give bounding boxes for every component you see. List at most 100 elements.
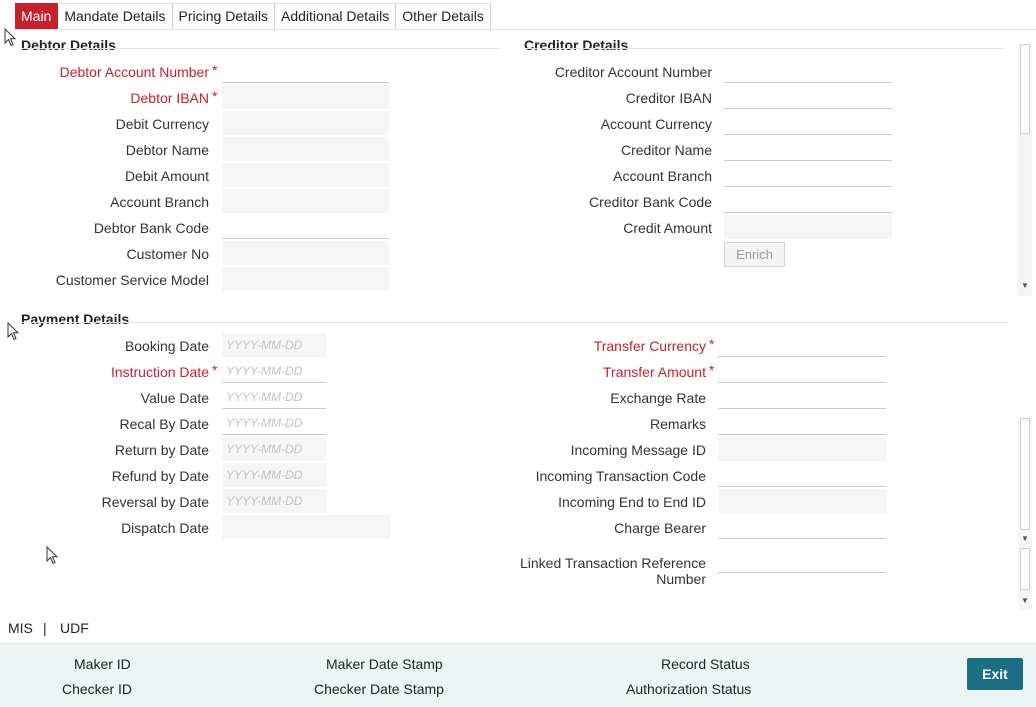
recal-by-date-input[interactable] bbox=[222, 411, 326, 435]
creditor-iban-input[interactable] bbox=[724, 85, 892, 109]
linked-transaction-reference-input[interactable] bbox=[718, 549, 886, 573]
payment-details-title: Payment Details bbox=[21, 311, 130, 327]
exchange-rate-label: Exchange Rate bbox=[610, 390, 706, 406]
linked-transaction-reference-label: Linked Transaction Reference bbox=[520, 555, 706, 571]
charge-bearer-row: Charge Bearer bbox=[500, 516, 706, 542]
checker-date-stamp-label: Checker Date Stamp bbox=[314, 681, 444, 697]
page-scrollbar[interactable]: ▼ bbox=[1018, 548, 1032, 610]
creditor-bank-code-input[interactable] bbox=[724, 189, 892, 213]
debtor-bank-code-row: Debtor Bank Code bbox=[0, 216, 209, 242]
account-currency-input[interactable] bbox=[724, 111, 892, 135]
incoming-end-to-end-id-input[interactable] bbox=[718, 489, 886, 513]
maker-date-stamp-label: Maker Date Stamp bbox=[326, 656, 443, 672]
remarks-row: Remarks bbox=[500, 412, 706, 438]
dispatch-date-input[interactable] bbox=[222, 515, 390, 539]
debtor-account-number-row: Debtor Account Number bbox=[0, 60, 209, 86]
credit-amount-row: Credit Amount bbox=[500, 216, 712, 242]
payment-rule bbox=[21, 322, 1008, 323]
page-scroll-thumb[interactable] bbox=[1020, 548, 1030, 590]
debtor-name-input[interactable] bbox=[222, 137, 389, 161]
debtor-iban-label: Debtor IBAN bbox=[130, 90, 209, 106]
incoming-transaction-code-row: Incoming Transaction Code bbox=[500, 464, 706, 490]
debit-amount-input[interactable] bbox=[222, 163, 389, 187]
refund-by-date-row: Refund by Date bbox=[0, 464, 209, 490]
creditor-account-branch-label: Account Branch bbox=[613, 168, 712, 184]
booking-date-input[interactable] bbox=[222, 333, 326, 357]
debit-amount-row: Debit Amount bbox=[0, 164, 209, 190]
charge-bearer-input[interactable] bbox=[718, 515, 886, 539]
required-star: * bbox=[212, 362, 218, 378]
account-currency-label: Account Currency bbox=[600, 116, 712, 132]
required-star: * bbox=[212, 88, 218, 104]
upper-scrollbar[interactable]: ▼ bbox=[1018, 44, 1032, 296]
incoming-transaction-code-input[interactable] bbox=[718, 463, 886, 487]
reversal-by-date-row: Reversal by Date bbox=[0, 490, 209, 516]
incoming-transaction-code-label: Incoming Transaction Code bbox=[535, 468, 706, 484]
debtor-account-number-input[interactable] bbox=[222, 59, 389, 83]
udf-link[interactable]: UDF bbox=[60, 620, 89, 636]
audit-footer: Maker ID Checker ID Maker Date Stamp Che… bbox=[0, 643, 1036, 707]
scroll-down-arrow-icon[interactable]: ▼ bbox=[1018, 534, 1032, 543]
debit-amount-label: Debit Amount bbox=[124, 168, 209, 184]
debtor-bank-code-input[interactable] bbox=[222, 215, 389, 239]
mis-link[interactable]: MIS bbox=[8, 620, 33, 636]
remarks-input[interactable] bbox=[718, 411, 886, 435]
recal-by-date-label: Recal By Date bbox=[119, 416, 209, 432]
checker-id-label: Checker ID bbox=[62, 681, 133, 697]
mouse-cursor-icon bbox=[4, 28, 17, 47]
creditor-account-number-label: Creditor Account Number bbox=[554, 64, 712, 80]
creditor-name-input[interactable] bbox=[724, 137, 892, 161]
debtor-bank-code-label: Debtor Bank Code bbox=[93, 220, 209, 236]
creditor-iban-label: Creditor IBAN bbox=[625, 90, 712, 106]
tab-pricing-details[interactable]: Pricing Details bbox=[172, 3, 276, 29]
tab-mandate-details[interactable]: Mandate Details bbox=[58, 3, 173, 29]
customer-service-model-input[interactable] bbox=[222, 267, 389, 291]
mouse-cursor-icon bbox=[46, 546, 59, 565]
debtor-name-label: Debtor Name bbox=[125, 142, 209, 158]
incoming-message-id-label: Incoming Message ID bbox=[570, 442, 706, 458]
dispatch-date-row: Dispatch Date bbox=[0, 516, 209, 542]
scroll-down-arrow-icon[interactable]: ▼ bbox=[1018, 596, 1032, 605]
debtor-account-branch-row: Account Branch bbox=[0, 190, 209, 216]
credit-amount-input[interactable] bbox=[724, 215, 892, 239]
customer-no-input[interactable] bbox=[222, 241, 389, 265]
credit-amount-label: Credit Amount bbox=[623, 220, 712, 236]
transfer-currency-row: Transfer Currency bbox=[500, 334, 706, 360]
creditor-bank-code-row: Creditor Bank Code bbox=[500, 190, 712, 216]
subscreen-links: MIS | UDF bbox=[0, 612, 1036, 642]
customer-no-label: Customer No bbox=[126, 246, 209, 262]
payment-scroll-thumb[interactable] bbox=[1020, 418, 1030, 530]
creditor-name-row: Creditor Name bbox=[500, 138, 712, 164]
transfer-amount-input[interactable] bbox=[718, 359, 886, 383]
debit-currency-input[interactable] bbox=[222, 111, 389, 135]
upper-scroll-thumb[interactable] bbox=[1020, 44, 1030, 134]
booking-date-label: Booking Date bbox=[124, 338, 209, 354]
tab-bar: Main Mandate Details Pricing Details Add… bbox=[15, 3, 491, 29]
enrich-button[interactable]: Enrich bbox=[724, 242, 785, 267]
debtor-account-branch-input[interactable] bbox=[222, 189, 389, 213]
required-star: * bbox=[212, 62, 218, 78]
value-date-input[interactable] bbox=[222, 385, 326, 409]
scroll-down-arrow-icon[interactable]: ▼ bbox=[1018, 281, 1032, 290]
customer-service-model-label: Customer Service Model bbox=[55, 272, 209, 288]
tab-main[interactable]: Main bbox=[15, 3, 59, 29]
transfer-currency-input[interactable] bbox=[718, 333, 886, 357]
incoming-message-id-input[interactable] bbox=[718, 437, 886, 461]
creditor-account-number-row: Creditor Account Number bbox=[500, 60, 712, 86]
refund-by-date-input[interactable] bbox=[222, 463, 326, 487]
authorization-status-label: Authorization Status bbox=[626, 681, 752, 697]
debtor-iban-input[interactable] bbox=[222, 85, 389, 109]
booking-date-row: Booking Date bbox=[0, 334, 209, 360]
return-by-date-input[interactable] bbox=[222, 437, 326, 461]
creditor-account-number-input[interactable] bbox=[724, 59, 892, 83]
payment-scrollbar[interactable]: ▼ bbox=[1018, 418, 1032, 548]
customer-no-row: Customer No bbox=[0, 242, 209, 268]
instruction-date-input[interactable] bbox=[222, 359, 326, 383]
creditor-account-branch-input[interactable] bbox=[724, 163, 892, 187]
reversal-by-date-input[interactable] bbox=[222, 489, 326, 513]
exit-button[interactable]: Exit bbox=[967, 658, 1023, 690]
tab-other-details[interactable]: Other Details bbox=[396, 3, 491, 29]
value-date-label: Value Date bbox=[140, 390, 209, 406]
tab-additional-details[interactable]: Additional Details bbox=[275, 3, 397, 29]
exchange-rate-input[interactable] bbox=[718, 385, 886, 409]
